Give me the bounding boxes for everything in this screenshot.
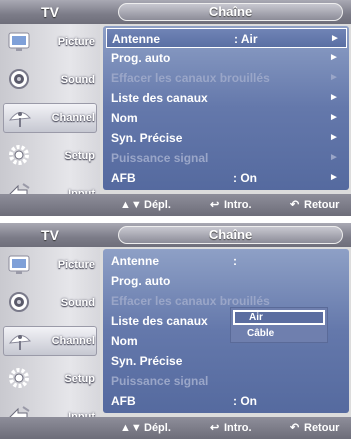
sidebar-item-picture[interactable]: Picture <box>3 27 97 57</box>
enter-icon: ↩ <box>210 199 220 211</box>
channel-settings-list: Antenne: Air ► Prog. auto ► Effacer les cana… <box>103 26 349 190</box>
menu-row-value: : Air <box>234 32 258 46</box>
menu-row-value: : On <box>233 394 257 408</box>
menu-row-label: AFB <box>111 171 136 185</box>
sidebar-item-channel[interactable]: Channel <box>3 103 97 133</box>
menu-row-prog-auto[interactable]: Prog. auto ► <box>106 48 347 68</box>
channel-icon <box>7 327 33 353</box>
sidebar-item-label: Picture <box>57 36 95 48</box>
sound-icon <box>7 289 33 315</box>
tv-label: TV <box>41 227 59 243</box>
menu-row-label: Nom <box>111 111 138 125</box>
menu-row-label: AFB <box>111 394 136 408</box>
move-hint-label: Dépl. <box>144 422 171 434</box>
sidebar-item-label: Picture <box>57 259 95 271</box>
arrow-right-icon: ► <box>329 112 339 123</box>
menu-row-label: Syn. Précise <box>111 131 183 145</box>
arrow-right-icon: ► <box>329 52 339 63</box>
menu-row-value: : <box>233 254 237 268</box>
menu-row-label: Prog. auto <box>111 51 171 65</box>
menu-row-antenne[interactable]: Antenne : Air ► <box>106 28 347 48</box>
sidebar-item-label: Setup <box>64 373 95 385</box>
menu-row-label: Antenne <box>112 32 160 46</box>
menu-row-syn-pr-cise[interactable]: Syn. Précise <box>106 351 347 371</box>
top-bar: TV Chaîne <box>0 223 351 247</box>
sidebar-item-sound[interactable]: Sound <box>3 288 97 318</box>
menu-row-label: Nom <box>111 334 138 348</box>
menu-row-puissance-signal: Puissance signal ► <box>106 148 347 168</box>
menu-row-label: Effacer les canaux brouillés <box>111 71 270 85</box>
sidebar-item-label: Setup <box>64 150 95 162</box>
picture-icon <box>7 28 33 54</box>
picture-icon <box>7 251 33 277</box>
return-hint-label: Retour <box>304 199 340 211</box>
sidebar-item-picture[interactable]: Picture <box>3 250 97 280</box>
hint-bar: ▲▼ Dépl. ↩ Intro. ↶ Retour <box>0 194 351 216</box>
menu-row-value: : On <box>233 171 257 185</box>
arrow-right-icon: ► <box>329 152 339 163</box>
sidebar-item-channel[interactable]: Channel <box>3 326 97 356</box>
channel-menu-screen-2: TVChaînePictureSoundChannelSetupInputAnt… <box>0 223 351 439</box>
menu-row-label: Antenne <box>111 254 159 268</box>
sidebar-item-setup[interactable]: Setup <box>3 364 97 394</box>
enter-icon: ↩ <box>210 422 220 434</box>
arrow-right-icon: ► <box>329 92 339 103</box>
return-icon: ↶ <box>290 199 300 211</box>
sidebar: PictureSoundChannelSetupInput <box>0 24 100 216</box>
menu-row-label: Prog. auto <box>111 274 171 288</box>
tv-label: TV <box>41 4 59 20</box>
hint-bar: ▲▼ Dépl. ↩ Intro. ↶ Retour <box>0 417 351 439</box>
antenna-dropdown[interactable]: Air Câble <box>230 307 328 343</box>
menu-row-antenne[interactable]: Antenne: <box>106 251 347 271</box>
sidebar-item-label: Sound <box>60 297 95 309</box>
return-icon: ↶ <box>290 422 300 434</box>
menu-row-label: Puissance signal <box>111 151 209 165</box>
menu-row-label: Liste des canaux <box>111 314 208 328</box>
channel-icon <box>7 104 33 130</box>
sidebar-item-label: Channel <box>51 335 95 347</box>
menu-row-syn-pr-cise[interactable]: Syn. Précise ► <box>106 128 347 148</box>
menu-title: Chaîne <box>118 3 343 21</box>
menu-row-label: Puissance signal <box>111 374 209 388</box>
arrow-right-icon: ► <box>329 172 339 183</box>
menu-row-prog-auto[interactable]: Prog. auto <box>106 271 347 291</box>
sound-icon <box>7 66 33 92</box>
dropdown-option[interactable]: Câble <box>233 326 325 341</box>
menu-row-effacer-les-canaux-brouill-s: Effacer les canaux brouillés ► <box>106 68 347 88</box>
menu-row-liste-des-canaux[interactable]: Liste des canaux ► <box>106 88 347 108</box>
arrow-right-icon: ► <box>329 72 339 83</box>
move-arrows-icon: ▲▼ <box>120 422 142 434</box>
move-hint-label: Dépl. <box>144 199 171 211</box>
menu-title: Chaîne <box>118 226 343 244</box>
return-hint-label: Retour <box>304 422 340 434</box>
menu-row-nom[interactable]: Nom ► <box>106 108 347 128</box>
enter-hint-label: Intro. <box>224 199 252 211</box>
arrow-right-icon: ► <box>329 132 339 143</box>
sidebar-item-setup[interactable]: Setup <box>3 141 97 171</box>
menu-row-afb[interactable]: AFB : On ► <box>106 168 347 188</box>
setup-icon <box>7 142 33 168</box>
dropdown-option[interactable]: Air <box>233 310 325 325</box>
move-arrows-icon: ▲▼ <box>120 199 142 211</box>
menu-row-label: Syn. Précise <box>111 354 183 368</box>
sidebar-item-label: Channel <box>51 112 95 124</box>
menu-row-puissance-signal: Puissance signal <box>106 371 347 391</box>
sidebar-item-label: Sound <box>60 74 95 86</box>
channel-menu-screen-1: TVChaînePictureSoundChannelSetupInputAnt… <box>0 0 351 216</box>
top-bar: TV Chaîne <box>0 0 351 24</box>
enter-hint-label: Intro. <box>224 422 252 434</box>
channel-settings-list: Antenne: Prog. auto Effacer les canaux bro… <box>103 249 349 413</box>
menu-row-afb[interactable]: AFB : On <box>106 391 347 411</box>
menu-row-label: Liste des canaux <box>111 91 208 105</box>
arrow-right-icon: ► <box>330 33 340 44</box>
sidebar: PictureSoundChannelSetupInput <box>0 247 100 439</box>
sidebar-item-sound[interactable]: Sound <box>3 65 97 95</box>
setup-icon <box>7 365 33 391</box>
